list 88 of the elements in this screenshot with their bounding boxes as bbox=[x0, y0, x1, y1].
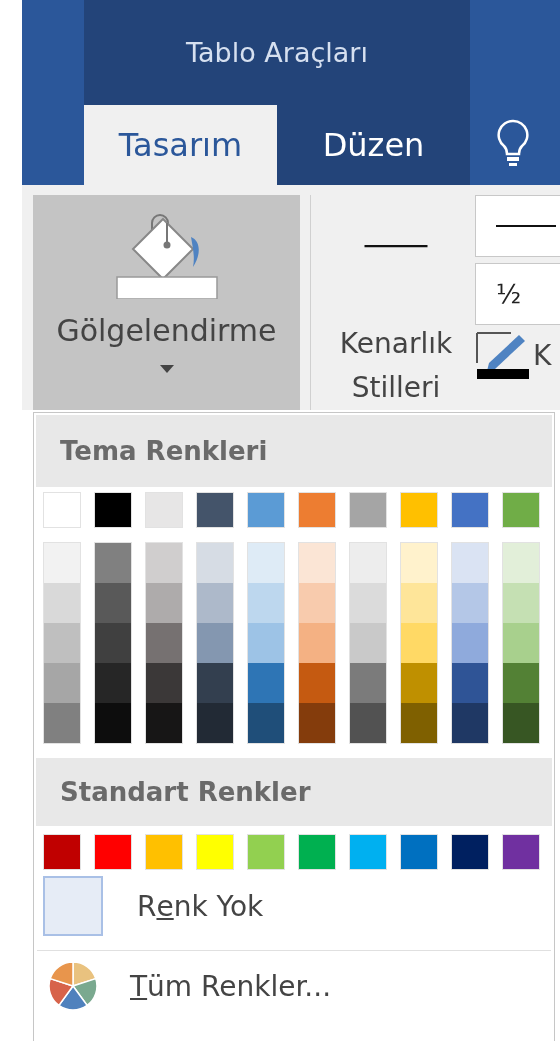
color-swatch[interactable] bbox=[299, 543, 335, 583]
contextual-tab-title: Tablo Araçları bbox=[186, 37, 368, 68]
color-swatch[interactable] bbox=[44, 703, 80, 743]
color-swatch[interactable] bbox=[95, 663, 131, 703]
color-swatch[interactable] bbox=[349, 834, 387, 870]
color-swatch[interactable] bbox=[44, 663, 80, 703]
color-swatch[interactable] bbox=[146, 703, 182, 743]
color-swatch[interactable] bbox=[145, 834, 183, 870]
color-swatch[interactable] bbox=[298, 834, 336, 870]
color-swatch[interactable] bbox=[503, 703, 539, 743]
color-swatch[interactable] bbox=[94, 492, 132, 528]
pen-color-label[interactable]: K bbox=[533, 338, 552, 372]
color-swatch[interactable] bbox=[248, 543, 284, 583]
color-swatch[interactable] bbox=[401, 583, 437, 623]
color-swatch[interactable] bbox=[95, 623, 131, 663]
color-swatch[interactable] bbox=[502, 492, 540, 528]
color-swatch[interactable] bbox=[401, 703, 437, 743]
color-swatch[interactable] bbox=[401, 543, 437, 583]
color-swatch[interactable] bbox=[299, 623, 335, 663]
more-colors-option[interactable]: Tüm Renkler... bbox=[34, 951, 554, 1021]
color-swatch[interactable] bbox=[350, 663, 386, 703]
color-swatch[interactable] bbox=[452, 703, 488, 743]
color-swatch[interactable] bbox=[400, 834, 438, 870]
color-swatch[interactable] bbox=[452, 663, 488, 703]
color-swatch[interactable] bbox=[503, 623, 539, 663]
color-swatch[interactable] bbox=[451, 492, 489, 528]
color-swatch[interactable] bbox=[452, 543, 488, 583]
color-swatch[interactable] bbox=[145, 492, 183, 528]
border-line-icon bbox=[496, 224, 556, 228]
color-swatch[interactable] bbox=[401, 623, 437, 663]
color-swatch[interactable] bbox=[197, 583, 233, 623]
color-swatch[interactable] bbox=[350, 583, 386, 623]
color-swatch[interactable] bbox=[248, 583, 284, 623]
color-swatch[interactable] bbox=[248, 663, 284, 703]
color-swatch[interactable] bbox=[43, 492, 81, 528]
color-swatch[interactable] bbox=[197, 663, 233, 703]
color-swatch[interactable] bbox=[452, 623, 488, 663]
color-swatch[interactable] bbox=[43, 834, 81, 870]
color-swatch[interactable] bbox=[146, 543, 182, 583]
no-color-option[interactable]: Renk Yok bbox=[34, 870, 554, 942]
caret-icon bbox=[158, 364, 175, 374]
color-swatch[interactable] bbox=[400, 492, 438, 528]
color-swatch[interactable] bbox=[44, 583, 80, 623]
color-swatch[interactable] bbox=[452, 583, 488, 623]
color-swatch[interactable] bbox=[44, 543, 80, 583]
color-swatch[interactable] bbox=[349, 492, 387, 528]
color-swatch[interactable] bbox=[197, 543, 233, 583]
color-swatch[interactable] bbox=[146, 663, 182, 703]
color-swatch[interactable] bbox=[197, 623, 233, 663]
ribbon-tab[interactable]: Düzen bbox=[277, 105, 470, 185]
color-swatch[interactable] bbox=[350, 703, 386, 743]
color-swatch[interactable] bbox=[299, 703, 335, 743]
color-swatch[interactable] bbox=[94, 834, 132, 870]
pen-weight-field[interactable]: ½ bbox=[475, 263, 560, 325]
color-swatch[interactable] bbox=[502, 834, 540, 870]
color-swatch[interactable] bbox=[350, 543, 386, 583]
color-swatch[interactable] bbox=[146, 583, 182, 623]
line-style-field[interactable] bbox=[475, 195, 560, 257]
color-swatch[interactable] bbox=[247, 492, 285, 528]
color-swatch[interactable] bbox=[44, 623, 80, 663]
section-header: Tema Renkleri bbox=[36, 415, 552, 487]
shading-button[interactable]: Gölgelendirme bbox=[33, 195, 300, 410]
color-swatch[interactable] bbox=[350, 623, 386, 663]
color-swatch[interactable] bbox=[95, 583, 131, 623]
pen-icon[interactable] bbox=[475, 331, 531, 379]
color-swatch[interactable] bbox=[196, 834, 234, 870]
color-swatch[interactable] bbox=[503, 583, 539, 623]
border-styles-button[interactable]: Kenarlık Stilleri bbox=[321, 195, 471, 410]
color-swatch[interactable] bbox=[248, 703, 284, 743]
color-swatch[interactable] bbox=[248, 623, 284, 663]
color-swatch[interactable] bbox=[95, 543, 131, 583]
color-swatch[interactable] bbox=[299, 663, 335, 703]
color-swatch[interactable] bbox=[196, 492, 234, 528]
color-swatch[interactable] bbox=[503, 663, 539, 703]
color-swatch[interactable] bbox=[95, 703, 131, 743]
lightbulb-icon[interactable] bbox=[496, 119, 530, 167]
color-swatch[interactable] bbox=[299, 583, 335, 623]
ribbon-tab[interactable]: Tasarım bbox=[84, 105, 277, 185]
color-wheel-icon bbox=[48, 961, 98, 1011]
color-swatch[interactable] bbox=[197, 703, 233, 743]
section-header: Standart Renkler bbox=[36, 758, 552, 826]
color-swatch[interactable] bbox=[401, 663, 437, 703]
color-swatch[interactable] bbox=[451, 834, 489, 870]
color-swatch[interactable] bbox=[503, 543, 539, 583]
color-swatch[interactable] bbox=[146, 623, 182, 663]
color-swatch[interactable] bbox=[298, 492, 336, 528]
color-swatch[interactable] bbox=[247, 834, 285, 870]
empty-swatch-icon bbox=[43, 876, 103, 936]
